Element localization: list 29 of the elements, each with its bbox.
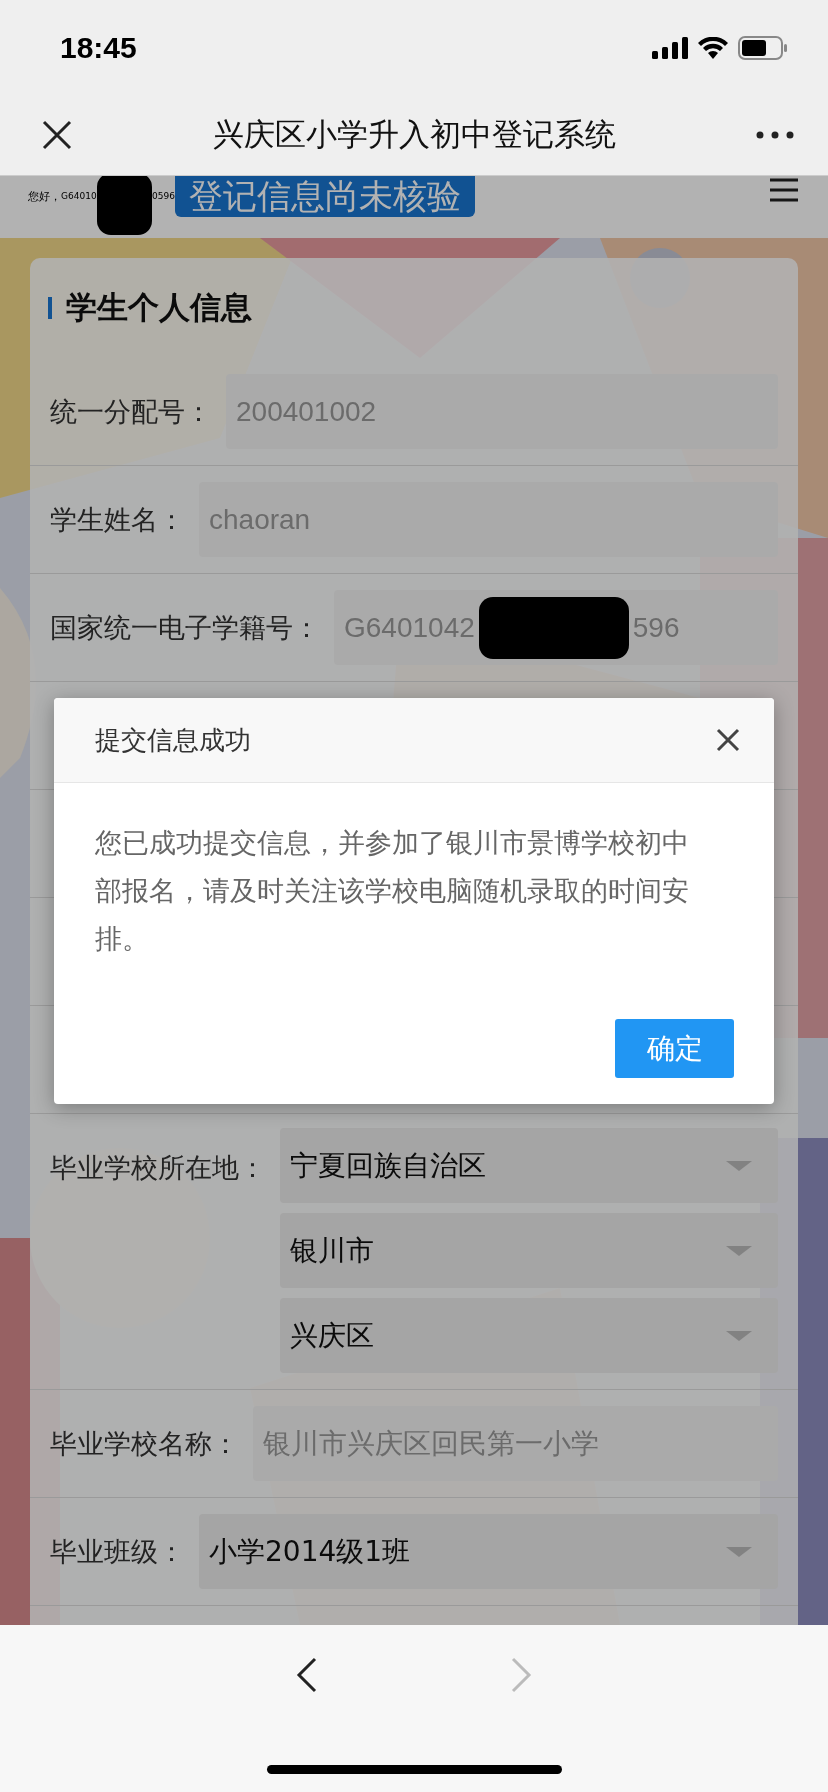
dropdown[interactable]: 兴庆区 bbox=[280, 1298, 778, 1373]
field-label: 学生姓名： bbox=[50, 502, 185, 537]
input-field[interactable]: G6401042 596 bbox=[334, 590, 778, 665]
signal-icon bbox=[652, 36, 688, 59]
greeting-text: 您好， bbox=[28, 188, 61, 204]
field-label: 统一分配号： bbox=[50, 394, 212, 429]
status-badge[interactable]: 登记信息尚未核验 bbox=[175, 176, 475, 217]
dialog-message: 您已成功提交信息，并参加了银川市景博学校初中部报名，请及时关注该学校电脑随机录取的时间安排。 bbox=[94, 826, 690, 956]
field-label: 毕业学校名称： bbox=[50, 1426, 239, 1461]
confirm-button[interactable]: 确定 bbox=[615, 1019, 734, 1078]
dropdown[interactable]: 宁夏回族自治区 bbox=[280, 1128, 778, 1203]
field-label: 毕业学校所在地： bbox=[50, 1151, 266, 1185]
dropdown[interactable]: 银川市 bbox=[280, 1213, 778, 1288]
input-field[interactable]: 200401002 bbox=[226, 374, 778, 449]
wifi-icon bbox=[698, 36, 728, 59]
redaction-mark bbox=[96, 176, 153, 235]
battery-icon bbox=[738, 35, 788, 60]
input-field[interactable]: chaoran bbox=[199, 482, 778, 557]
menu-button[interactable] bbox=[770, 178, 798, 205]
field-label: 国家统一电子学籍号： bbox=[50, 610, 320, 645]
user-id-text: G64010 bbox=[61, 191, 97, 201]
dropdown[interactable]: 小学2014级1班 bbox=[199, 1514, 778, 1589]
user-id-text: 0596 bbox=[152, 191, 175, 201]
dialog-title: 提交信息成功 bbox=[95, 723, 251, 757]
page-title: 兴庆区小学升入初中登记系统 bbox=[212, 115, 616, 154]
status-time: 18:45 bbox=[60, 30, 137, 65]
section-title: 学生个人信息 bbox=[66, 288, 252, 327]
close-button[interactable] bbox=[716, 728, 740, 752]
field-label: 毕业班级： bbox=[50, 1534, 185, 1569]
